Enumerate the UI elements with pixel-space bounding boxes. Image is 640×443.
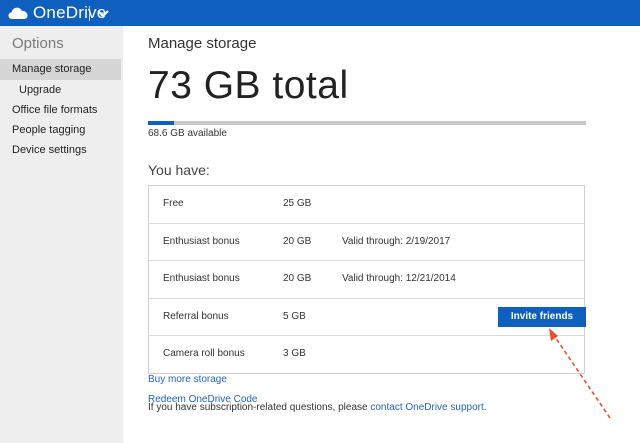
storage-total: 73 GB total [148,64,349,107]
chevron-down-icon [97,10,109,18]
support-note-text: If you have subscription-related questio… [148,402,371,413]
table-row: Referral bonus 5 GB Invite friends [149,299,586,337]
sidebar-item-manage-storage[interactable]: Manage storage [0,59,121,80]
storage-progress-fill [148,121,175,125]
menu-dropdown-button[interactable] [95,4,111,22]
options-sidebar: Options Manage storage Upgrade Office fi… [0,26,123,443]
support-note: If you have subscription-related questio… [148,402,487,413]
row-size: 3 GB [283,348,306,360]
table-row: Camera roll bonus 3 GB [149,336,584,373]
row-name: Enthusiast bonus [163,235,240,247]
row-validity: Valid through: 2/19/2017 [342,235,451,247]
row-name: Camera roll bonus [163,348,245,360]
table-row: Free 25 GB [149,186,584,224]
options-title: Options [12,35,64,52]
row-name: Enthusiast bonus [163,273,240,285]
support-note-end: . [483,402,487,413]
sidebar-item-people-tagging[interactable]: People tagging [0,120,121,141]
sidebar-item-office-file-formats[interactable]: Office file formats [0,100,121,121]
table-row: Enthusiast bonus 20 GB Valid through: 12… [149,261,584,299]
buy-more-storage-link[interactable]: Buy more storage [148,374,227,385]
row-size: 5 GB [283,310,306,322]
sidebar-item-upgrade[interactable]: Upgrade [0,80,121,101]
row-size: 20 GB [283,273,312,285]
table-row: Enthusiast bonus 20 GB Valid through: 2/… [149,224,584,262]
row-size: 20 GB [283,235,312,247]
storage-progress-bar [148,121,586,125]
top-bar: OneDrive [0,0,640,26]
cloud-icon [8,7,28,19]
page-title: Manage storage [148,35,257,52]
row-name: Referral bonus [163,310,229,322]
brand[interactable]: OneDrive [8,3,106,23]
you-have-heading: You have: [148,162,210,178]
sidebar-item-device-settings[interactable]: Device settings [0,140,121,161]
topbar-divider [89,6,90,21]
row-name: Free [163,198,184,209]
storage-available: 68.6 GB available [148,128,227,139]
row-validity: Valid through: 12/21/2014 [342,273,456,285]
invite-friends-button[interactable]: Invite friends [498,306,586,327]
row-size: 25 GB [283,198,312,209]
storage-breakdown-table: Free 25 GB Enthusiast bonus 20 GB Valid … [148,185,586,374]
contact-support-link[interactable]: contact OneDrive support [370,402,483,413]
